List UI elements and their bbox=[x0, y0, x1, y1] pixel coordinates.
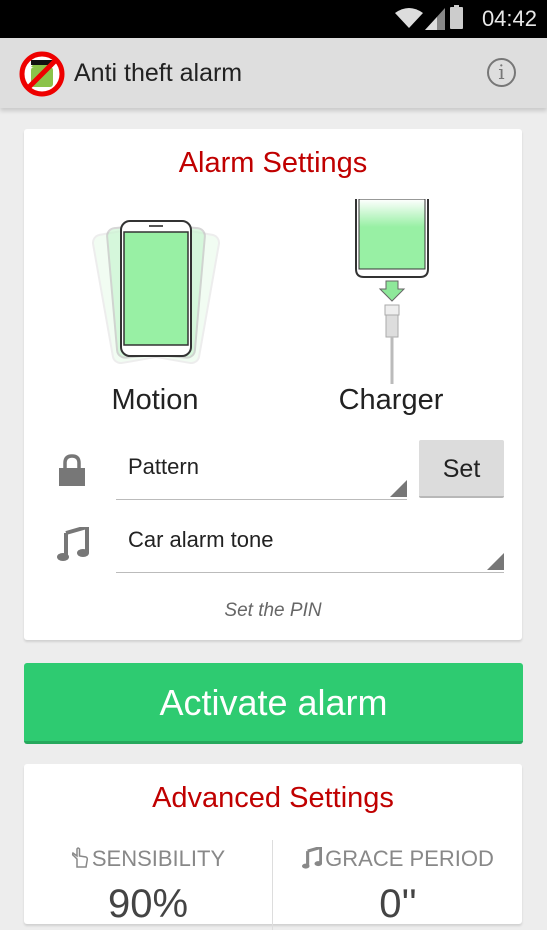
set-button[interactable]: Set bbox=[419, 440, 504, 498]
battery-icon bbox=[450, 5, 463, 29]
status-bar: 04:42 bbox=[0, 0, 547, 38]
lock-type-dropdown[interactable]: Pattern bbox=[116, 439, 407, 500]
signal-icon bbox=[425, 8, 445, 30]
clock: 04:42 bbox=[481, 6, 537, 31]
app-logo-icon bbox=[19, 51, 65, 97]
music-note-icon bbox=[57, 527, 89, 561]
app-title: Anti theft alarm bbox=[74, 59, 243, 87]
pin-hint: Set the PIN bbox=[224, 600, 322, 621]
info-button[interactable]: i bbox=[487, 58, 516, 87]
app-bar: Anti theft alarm i bbox=[0, 38, 547, 108]
sensibility-setting[interactable]: SENSIBILITY bbox=[24, 846, 272, 872]
motion-mode-icon[interactable] bbox=[86, 219, 226, 364]
column-divider bbox=[272, 840, 273, 930]
alarm-settings-card: Alarm Settings Motion Charger Pattern Se… bbox=[24, 129, 522, 640]
activate-alarm-button[interactable]: Activate alarm bbox=[24, 663, 523, 744]
lock-icon bbox=[59, 454, 85, 486]
grace-period-label: GRACE PERIOD bbox=[325, 846, 494, 871]
grace-period-value: 0'' bbox=[379, 882, 417, 926]
charger-mode-icon[interactable] bbox=[352, 199, 432, 384]
motion-label[interactable]: Motion bbox=[55, 384, 255, 417]
wifi-icon bbox=[395, 8, 423, 28]
hand-pointer-icon bbox=[71, 847, 88, 868]
alarm-settings-title: Alarm Settings bbox=[178, 147, 368, 179]
grace-period-setting[interactable]: GRACE PERIOD bbox=[274, 845, 522, 872]
info-icon: i bbox=[498, 60, 505, 84]
music-note-icon bbox=[302, 845, 323, 869]
alarm-tone-dropdown[interactable]: Car alarm tone bbox=[116, 512, 504, 573]
advanced-settings-card: Advanced Settings SENSIBILITY GRACE PERI… bbox=[24, 764, 522, 930]
charger-label[interactable]: Charger bbox=[291, 384, 491, 417]
advanced-settings-title: Advanced Settings bbox=[152, 782, 394, 814]
sensibility-label: SENSIBILITY bbox=[91, 846, 226, 871]
alarm-tone-value: Car alarm tone bbox=[128, 527, 274, 552]
dropdown-arrow-icon bbox=[390, 480, 407, 497]
sensibility-value: 90% bbox=[107, 882, 189, 926]
dropdown-arrow-icon bbox=[487, 553, 504, 570]
lock-type-value: Pattern bbox=[128, 454, 199, 479]
